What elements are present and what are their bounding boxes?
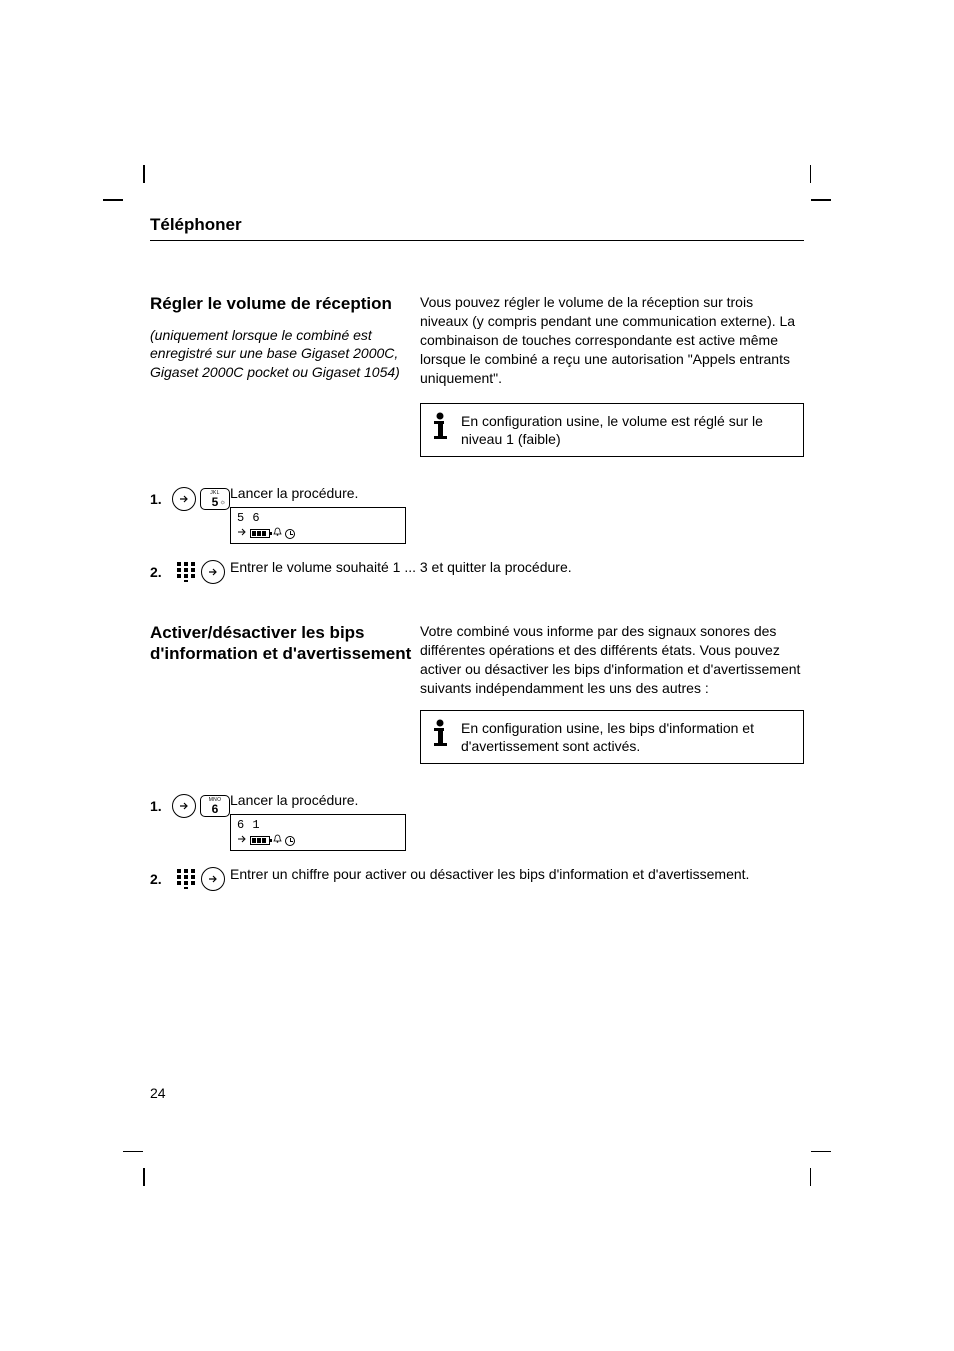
keypad-grid-icon — [177, 869, 195, 889]
section1-step1: 1. JKL 5 ☼ Lancer la procédure. 5 6 — [150, 485, 804, 544]
section1-heading: Régler le volume de réception — [150, 293, 420, 314]
page-number: 24 — [150, 1085, 166, 1101]
header: Téléphoner — [150, 215, 804, 241]
lcd-display-1: 5 6 — [230, 507, 406, 544]
section2-step2: 2. Entrer un chiffre pour activer ou dés… — [150, 865, 804, 891]
step1-text: Lancer la procédure. — [230, 485, 804, 501]
lcd-arrow-icon — [237, 833, 247, 848]
step1-text: Lancer la procédure. — [230, 792, 804, 808]
section-beeps: Activer/désactiver les bips d'informatio… — [150, 622, 804, 891]
lcd-line2 — [237, 526, 399, 541]
bell-icon — [273, 833, 282, 848]
lcd-line1: 6 1 — [237, 818, 399, 833]
keypad-5-icon: JKL 5 ☼ — [200, 488, 230, 510]
info-icon — [429, 719, 451, 747]
note-box-1: En configuration usine, le volume est ré… — [420, 403, 804, 457]
step2-text: Entrer un chiffre pour activer ou désact… — [230, 865, 804, 884]
section1-intro: Vous pouvez régler le volume de la récep… — [420, 293, 804, 387]
arrow-right-button-icon — [172, 487, 196, 511]
section2-intro: Votre combiné vous informe par des signa… — [420, 622, 804, 698]
crop-mark-bottom-left — [125, 1169, 145, 1187]
clock-icon — [285, 836, 295, 846]
arrow-right-button-icon — [201, 867, 225, 891]
keypad-grid-icon — [177, 562, 195, 582]
section2-heading: Activer/désactiver les bips d'informatio… — [150, 622, 420, 665]
battery-icon — [250, 836, 270, 845]
step2-text: Entrer le volume souhaité 1 ... 3 et qui… — [230, 558, 804, 577]
section-volume: Régler le volume de réception (uniquemen… — [150, 293, 804, 584]
note2-text: En configuration usine, les bips d'infor… — [461, 719, 793, 755]
clock-icon — [285, 529, 295, 539]
lcd-display-2: 6 1 — [230, 814, 406, 851]
keypad-6-icon: MNO 6 — [200, 795, 230, 817]
step-number: 1. — [150, 792, 172, 814]
lcd-arrow-icon — [237, 526, 247, 541]
crop-mark-top-right — [809, 165, 829, 183]
battery-icon — [250, 529, 270, 538]
crop-mark-top-left — [125, 165, 127, 183]
section2-step1: 1. MNO 6 Lancer la procédure. 6 1 — [150, 792, 804, 851]
lcd-line1: 5 6 — [237, 511, 399, 526]
note1-text: En configuration usine, le volume est ré… — [461, 412, 793, 448]
header-title: Téléphoner — [150, 215, 242, 234]
bell-icon — [273, 526, 282, 541]
arrow-right-button-icon — [172, 794, 196, 818]
page-content: Téléphoner Régler le volume de réception… — [150, 215, 804, 929]
step-number: 2. — [150, 558, 172, 580]
step-number: 2. — [150, 865, 172, 887]
step-number: 1. — [150, 485, 172, 507]
info-icon — [429, 412, 451, 440]
arrow-right-button-icon — [201, 560, 225, 584]
note-box-2: En configuration usine, les bips d'infor… — [420, 710, 804, 764]
section1-sub: (uniquement lorsque le combiné est enreg… — [150, 326, 420, 381]
section1-step2: 2. Entrer le volume souhaité 1 ... 3 et … — [150, 558, 804, 584]
lcd-line2 — [237, 833, 399, 848]
crop-mark-bottom-right — [809, 1169, 829, 1187]
